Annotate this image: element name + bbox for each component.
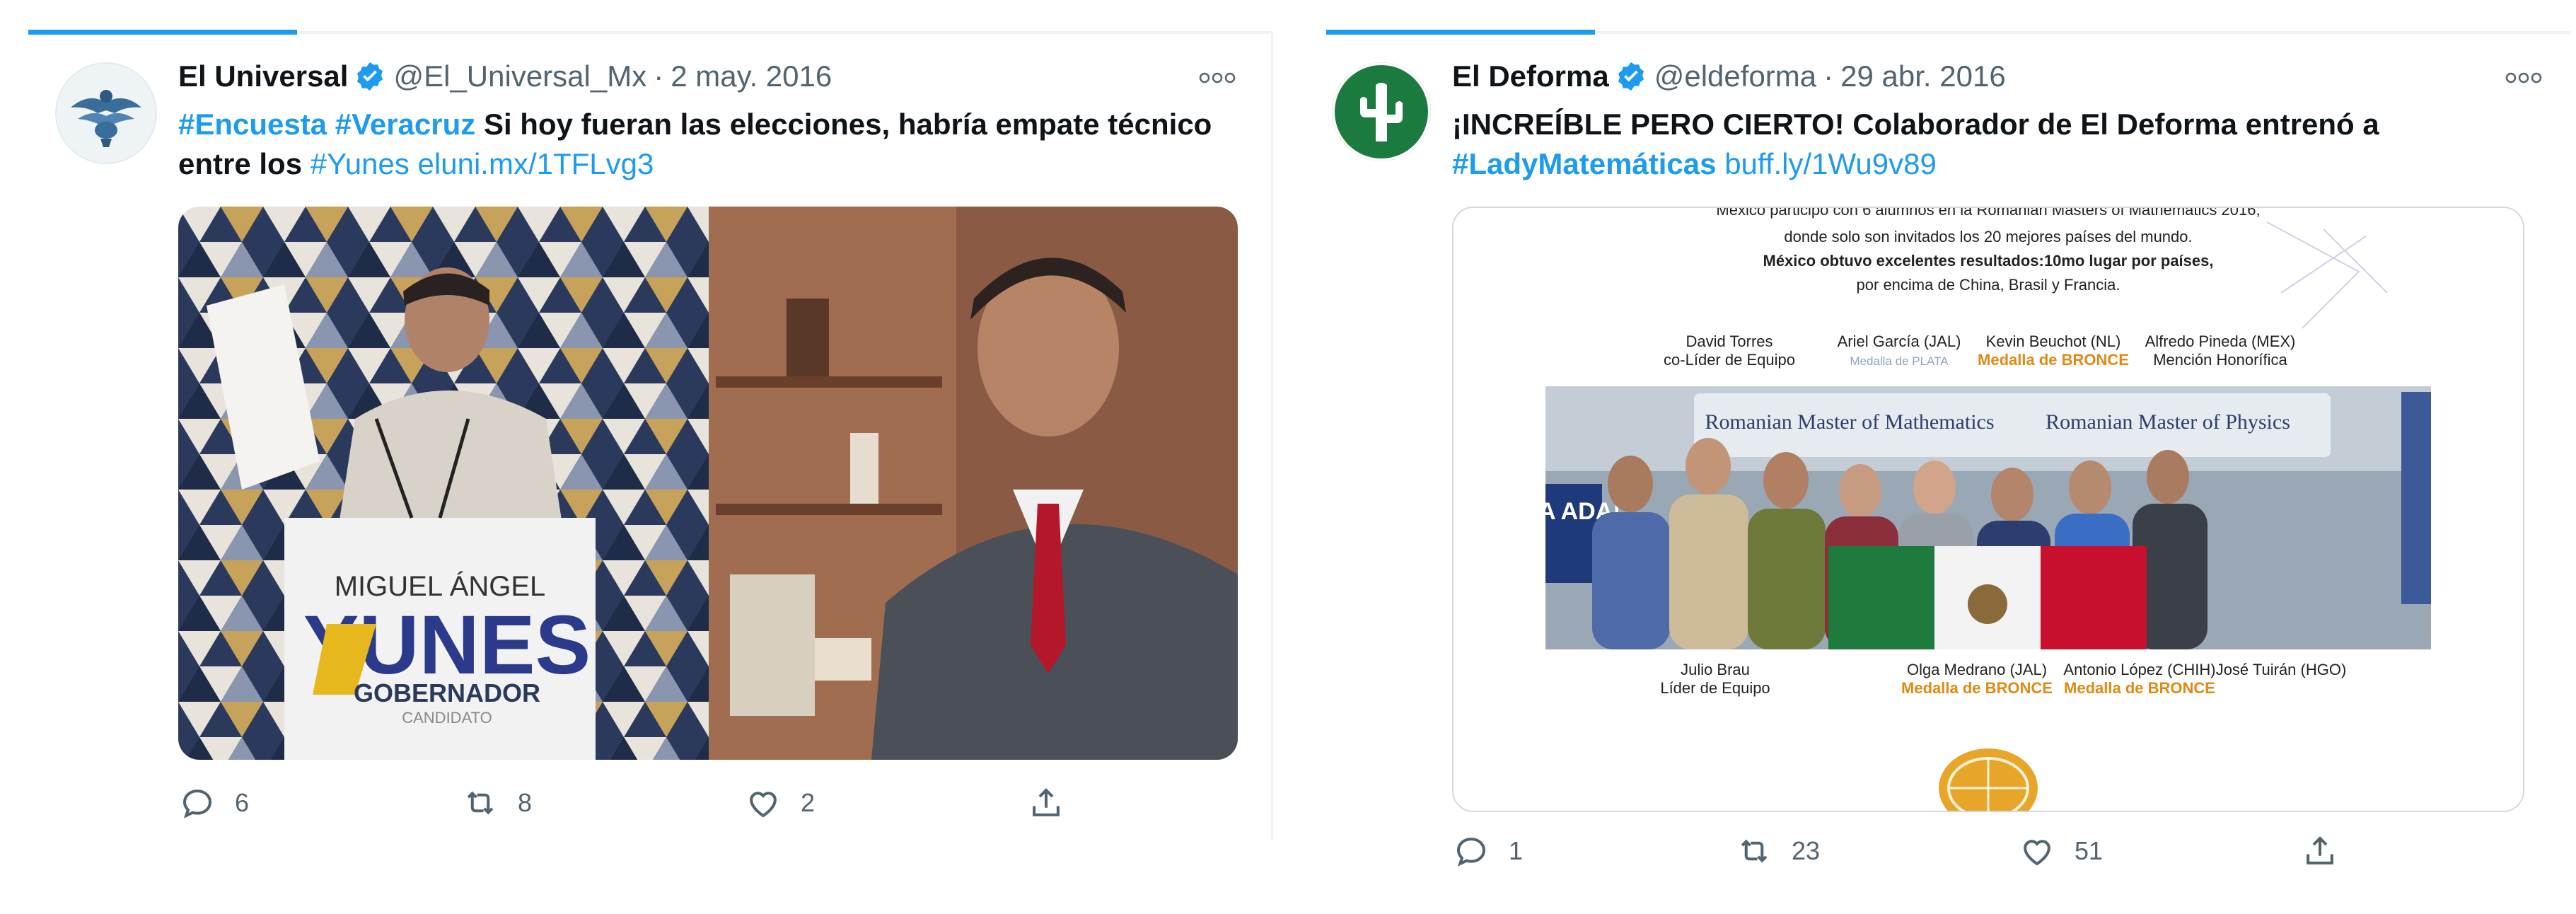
- media-intro-4: por encima de China, Brasil y Francia.: [1857, 276, 2120, 294]
- share-button[interactable]: [2301, 832, 2576, 870]
- retweet-icon: [1741, 839, 1768, 863]
- like-button[interactable]: 2: [744, 784, 1027, 822]
- hashtag-link[interactable]: #Veracruz: [335, 108, 475, 141]
- retweet-count: 8: [518, 788, 533, 817]
- hashtag-link[interactable]: #Encuesta: [178, 108, 327, 141]
- banner-text-2: Romanian Master of Physics: [2046, 410, 2290, 434]
- reply-icon: [1456, 838, 1486, 867]
- share-icon: [2307, 836, 2333, 864]
- avatar[interactable]: [1332, 62, 1431, 161]
- tweet-el-deforma[interactable]: El Deforma @eldeforma · 29 abr. 2016 ¡IN…: [1298, 0, 2571, 914]
- tweet-actions: 1 23 51: [1452, 832, 2576, 870]
- author-name[interactable]: El Deforma: [1452, 59, 1609, 93]
- bottom-person-name: Julio Brau: [1681, 661, 1750, 678]
- retweet-button[interactable]: 8: [461, 784, 744, 822]
- avatar[interactable]: [55, 62, 157, 164]
- top-person-role: Medalla de PLATA: [1850, 354, 1949, 368]
- verified-badge-icon: [1615, 60, 1647, 93]
- url-link[interactable]: buff.ly/1Wu9v89: [1724, 147, 1937, 180]
- share-button[interactable]: [1027, 784, 1310, 822]
- divider: [1326, 30, 2571, 35]
- hashtag-link[interactable]: #Yunes: [311, 147, 410, 180]
- top-person-name: Alfredo Pineda (MEX): [2145, 332, 2296, 350]
- banner-text-1: Romanian Master of Mathematics: [1705, 410, 1994, 434]
- author-handle[interactable]: @El_Universal_Mx: [393, 59, 646, 93]
- sign-line-4: CANDIDATO: [402, 709, 492, 727]
- reply-button[interactable]: 6: [178, 784, 461, 822]
- sign-line-3: GOBERNADOR: [354, 678, 540, 707]
- sign-line-1: MIGUEL ÁNGEL: [335, 570, 546, 602]
- bottom-person-name: Antonio López (CHIH): [2063, 661, 2215, 678]
- tweet-date[interactable]: 29 abr. 2016: [1840, 59, 2006, 93]
- tweet-date[interactable]: 2 may. 2016: [671, 59, 832, 93]
- tweet-body: ¡INCREÍBLE PERO CIERTO! Colaborador de E…: [1452, 108, 2379, 141]
- top-person-name: Kevin Beuchot (NL): [1986, 332, 2121, 350]
- tweet-body: entre los: [178, 147, 303, 180]
- tab-indicator: [28, 30, 297, 35]
- top-person-name: David Torres: [1686, 332, 1773, 350]
- bottom-person-name: José Tuirán (HGO): [2216, 661, 2347, 678]
- tweet-text: ¡INCREÍBLE PERO CIERTO! Colaborador de E…: [1452, 105, 2555, 184]
- bottom-person-role: Líder de Equipo: [1660, 679, 1770, 697]
- media-intro-1: México participó con 6 alumnos en la Rom…: [1716, 208, 2260, 219]
- author-name[interactable]: El Universal: [178, 59, 348, 93]
- tweet-actions: 6 8 2: [178, 784, 1310, 822]
- verified-badge-icon: [354, 60, 386, 93]
- bottom-person-name: Olga Medrano (JAL): [1907, 661, 2047, 678]
- reply-button[interactable]: 1: [1452, 832, 1735, 870]
- tweet-media[interactable]: MIGUEL ÁNGEL YUNES GOBERNADOR CANDIDATO: [178, 207, 1238, 760]
- top-person-role: co-Líder de Equipo: [1664, 351, 1795, 369]
- tweet-body: Si hoy fueran las elecciones, habría emp…: [483, 108, 1212, 141]
- more-icon[interactable]: [2505, 71, 2543, 85]
- bottom-person-role: Medalla de BRONCE: [2064, 679, 2215, 697]
- bottom-person-role: Medalla de BRONCE: [1901, 679, 2053, 697]
- top-person-name: Ariel García (JAL): [1838, 332, 1961, 350]
- tab-indicator: [1326, 30, 1595, 35]
- separator: ·: [1823, 59, 1834, 93]
- media-photo: MIGUEL ÁNGEL YUNES GOBERNADOR CANDIDATO: [178, 207, 1238, 760]
- like-button[interactable]: 51: [2018, 832, 2301, 870]
- like-count: 51: [2075, 836, 2104, 865]
- reply-count: 1: [1509, 836, 1524, 865]
- tweet-header: El Deforma @eldeforma · 29 abr. 2016: [1452, 59, 2006, 93]
- cactus-logo-icon: [1332, 62, 1431, 161]
- hashtag-link[interactable]: #LadyMatemáticas: [1452, 147, 1717, 180]
- reply-count: 6: [235, 788, 250, 817]
- tweet-media[interactable]: México participó con 6 alumnos en la Rom…: [1452, 207, 2524, 812]
- like-icon: [2024, 840, 2050, 866]
- like-icon: [750, 792, 777, 818]
- eagle-logo-icon: [57, 64, 156, 163]
- author-handle[interactable]: @eldeforma: [1654, 59, 1816, 93]
- tweet-header: El Universal @El_Universal_Mx · 2 may. 2…: [178, 59, 832, 93]
- share-icon: [1033, 788, 1060, 816]
- divider: [28, 30, 1273, 35]
- retweet-button[interactable]: 23: [1735, 832, 2018, 870]
- tweet-text: #Encuesta #Veracruz Si hoy fueran las el…: [178, 105, 1282, 184]
- tweet-el-universal[interactable]: El Universal @El_Universal_Mx · 2 may. 2…: [0, 0, 1273, 842]
- reply-icon: [182, 789, 212, 818]
- like-count: 2: [801, 788, 816, 817]
- separator: ·: [654, 59, 664, 93]
- retweet-count: 23: [1792, 836, 1821, 865]
- media-intro-2: donde solo son invitados los 20 mejores …: [1784, 228, 2192, 245]
- media-intro-3: México obtuvo excelentes resultados:10mo…: [1763, 252, 2214, 270]
- media-photo: México participó con 6 alumnos en la Rom…: [1454, 208, 2523, 811]
- retweet-icon: [467, 791, 494, 815]
- url-link[interactable]: eluni.mx/1TFLvg3: [418, 147, 654, 180]
- more-icon[interactable]: [1198, 71, 1236, 85]
- top-person-role: Mención Honorífica: [2153, 351, 2287, 369]
- top-person-role: Medalla de BRONCE: [1978, 351, 2129, 369]
